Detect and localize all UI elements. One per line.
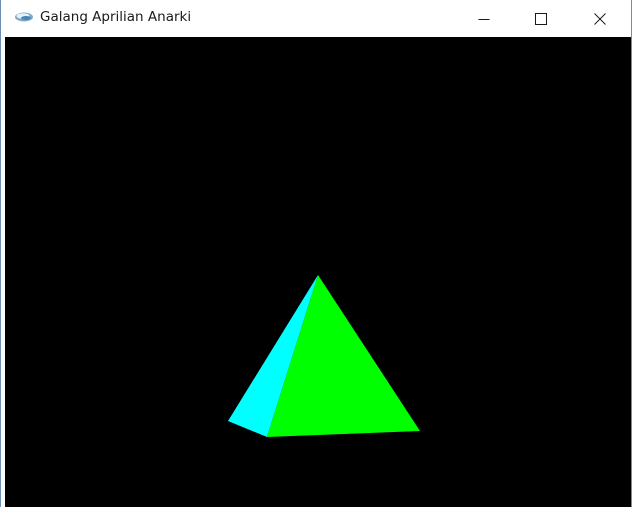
title-bar[interactable]: Galang Aprilian Anarki	[1, 0, 631, 37]
minimize-button[interactable]	[461, 0, 507, 37]
maximize-icon	[535, 12, 547, 25]
close-icon	[594, 12, 606, 25]
glut-app-icon[interactable]	[14, 10, 34, 24]
close-button[interactable]	[577, 0, 623, 37]
opengl-viewport[interactable]	[5, 37, 631, 507]
minimize-icon	[478, 18, 490, 20]
window-title: Galang Aprilian Anarki	[40, 9, 192, 25]
pyramid-render	[228, 275, 420, 437]
maximize-button[interactable]	[518, 0, 564, 37]
app-window: Galang Aprilian Anarki	[0, 0, 632, 507]
